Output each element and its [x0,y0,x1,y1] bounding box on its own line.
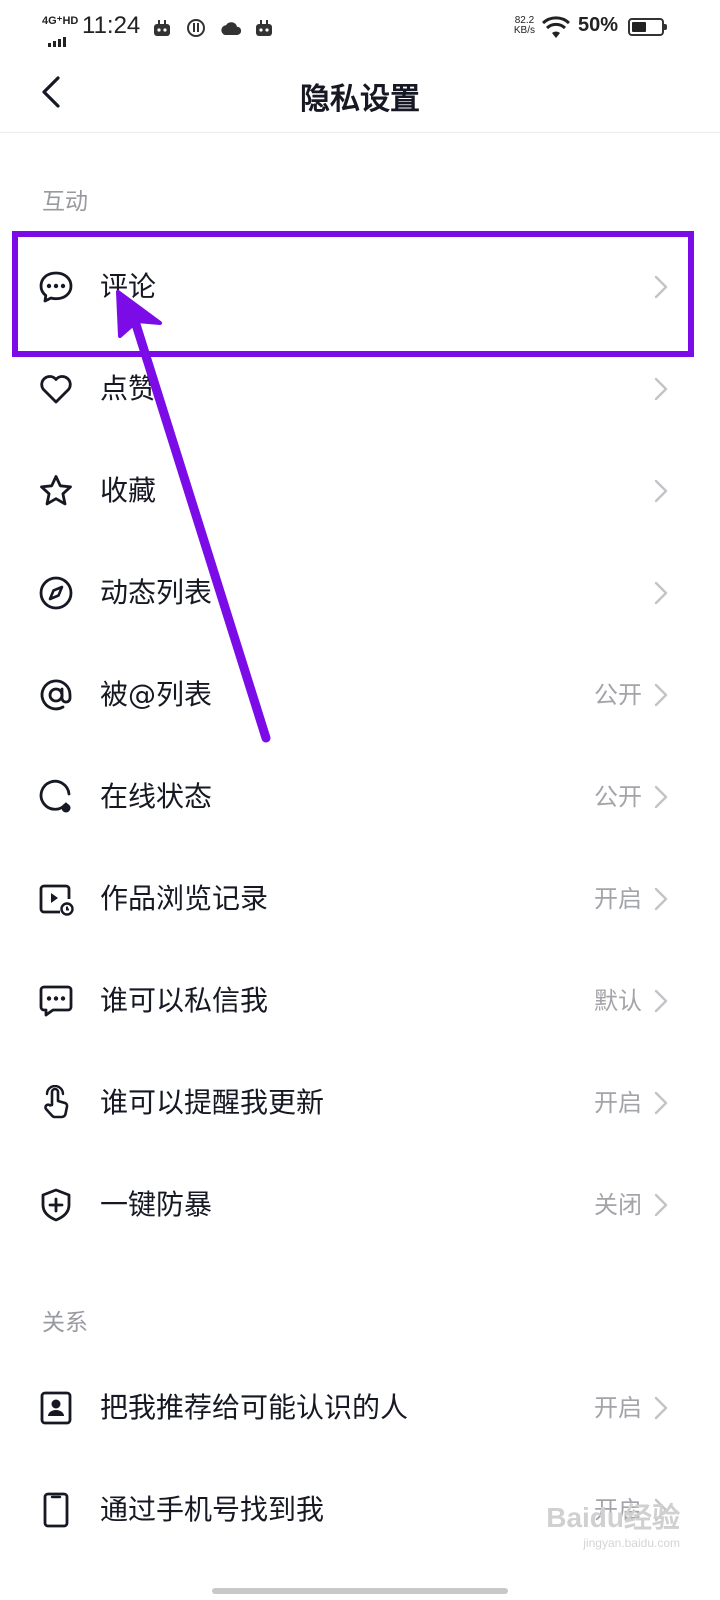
annotation-highlight-box [12,231,694,357]
app-notification-icon [186,18,206,38]
setting-row-update-reminder[interactable]: 谁可以提醒我更新 开启 [0,1052,720,1154]
setting-row-favorites[interactable]: 收藏 [0,440,720,542]
chevron-right-icon [652,1090,670,1116]
cloud-icon [220,18,242,38]
status-time: 11:24 [82,12,141,39]
setting-label: 收藏 [100,474,157,507]
chevron-right-icon [652,580,670,606]
setting-label: 动态列表 [100,576,213,609]
star-icon [38,473,74,509]
battery-percent: 50% [577,14,618,36]
battery-icon [628,18,667,36]
chevron-right-icon [652,376,670,402]
setting-value: 公开 [594,681,642,709]
chevron-right-icon [652,1192,670,1218]
compass-icon [38,575,74,611]
notification-icons [152,17,283,38]
status-bar: 4G⁺HD 11:24 82.2 KB/s 50% [0,0,720,56]
setting-value: 开启 [594,1394,642,1422]
chevron-right-icon [652,886,670,912]
message-icon [38,983,74,1019]
setting-value: 关闭 [594,1191,642,1219]
watermark-brand: Baidu经验 [546,1502,680,1533]
setting-label: 作品浏览记录 [100,882,269,915]
section-title-interaction: 互动 [42,189,88,215]
chevron-right-icon [652,682,670,708]
network-type: 4G⁺HD [42,15,79,27]
setting-row-anti-harassment[interactable]: 一键防暴 关闭 [0,1154,720,1256]
video-history-icon [38,881,74,917]
chevron-right-icon [652,784,670,810]
shield-plus-icon [38,1187,74,1223]
setting-value: 开启 [594,885,642,913]
home-indicator[interactable] [212,1588,508,1594]
setting-value: 开启 [594,1089,642,1117]
setting-label: 被@列表 [100,678,213,711]
setting-label: 在线状态 [100,780,213,813]
header: 隐私设置 [0,56,720,133]
setting-label: 谁可以提醒我更新 [100,1086,325,1119]
setting-value: 公开 [594,783,642,811]
chevron-right-icon [652,988,670,1014]
at-icon [38,677,74,713]
chevron-right-icon [652,478,670,504]
setting-row-direct-message[interactable]: 谁可以私信我 默认 [0,950,720,1052]
setting-label: 一键防暴 [100,1188,213,1221]
network-speed: 82.2 KB/s [514,16,535,36]
pointer-hand-icon [38,1084,74,1121]
section-title-relationship: 关系 [42,1310,88,1336]
setting-label: 点赞 [100,372,157,405]
watermark: Baidu经验 jingyan.baidu.com [546,1496,680,1550]
app-notification-icon [152,18,172,38]
setting-row-view-history[interactable]: 作品浏览记录 开启 [0,848,720,950]
setting-label: 谁可以私信我 [100,984,269,1017]
setting-row-recommend-me[interactable]: 把我推荐给可能认识的人 开启 [0,1357,720,1459]
setting-label: 通过手机号找到我 [100,1493,325,1526]
page-title: 隐私设置 [300,82,420,117]
setting-value: 默认 [594,987,642,1015]
contact-card-icon [38,1390,74,1426]
phone-icon [38,1492,74,1528]
setting-label: 把我推荐给可能认识的人 [100,1391,409,1424]
wifi-icon [541,16,571,40]
setting-row-mentions[interactable]: 被@列表 公开 [0,644,720,746]
setting-row-online-status[interactable]: 在线状态 公开 [0,746,720,848]
network-speed-unit: KB/s [513,25,535,36]
online-status-icon [38,779,74,815]
app-notification-icon [254,18,274,38]
watermark-url: jingyan.baidu.com [583,1536,680,1550]
cellular-signal-icon: 4G⁺HD [42,14,79,47]
heart-icon [38,371,74,407]
setting-row-activity-list[interactable]: 动态列表 [0,542,720,644]
chevron-right-icon [652,1395,670,1421]
